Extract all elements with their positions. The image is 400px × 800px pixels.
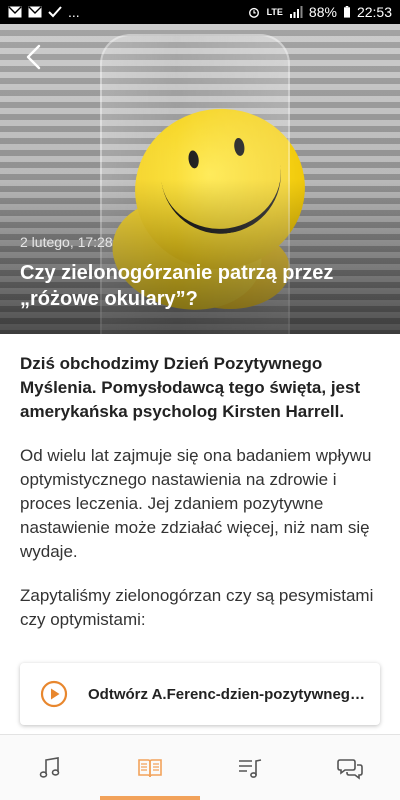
nav-item-music[interactable] <box>0 735 100 800</box>
status-bar: ... LTE 88% 22:53 <box>0 0 400 24</box>
play-icon[interactable] <box>40 680 68 708</box>
playlist-icon <box>239 758 262 778</box>
article-date: 2 lutego, 17:28 <box>20 234 113 250</box>
audio-title: Odtwórz A.Ferenc-dzien-pozytywnego-mysle… <box>88 685 366 703</box>
chat-bubbles-icon <box>337 758 363 780</box>
alarm-icon <box>248 7 259 18</box>
article-lead: Dziś obchodzimy Dzień Pozytywnego Myślen… <box>20 354 361 421</box>
battery-percent: 88% <box>308 4 337 20</box>
article-title: Czy zielonogórzanie patrzą przez „różowe… <box>20 262 334 310</box>
music-note-icon <box>39 756 60 778</box>
status-bar-system: LTE 88% 22:53 <box>247 4 392 20</box>
article-paragraph: Od wielu lat zajmuje się ona badaniem wp… <box>20 446 372 561</box>
article-hero-image: 2 lutego, 17:28 Czy zielonogórzanie patr… <box>0 24 400 334</box>
signal-icon <box>289 6 303 18</box>
nav-item-news[interactable] <box>100 735 200 800</box>
book-open-icon <box>138 758 162 777</box>
network-type: LTE <box>266 7 283 17</box>
clock: 22:53 <box>356 4 392 20</box>
check-icon <box>48 6 62 18</box>
bottom-navigation <box>0 734 400 800</box>
audio-player-card[interactable]: Odtwórz A.Ferenc-dzien-pozytywnego-mysle… <box>20 663 380 725</box>
status-bar-notifications: ... <box>8 4 80 20</box>
nav-item-playlist[interactable] <box>200 735 300 800</box>
article-paragraph: Zapytaliśmy zielonogórzan czy są pesymis… <box>20 586 374 629</box>
back-button[interactable] <box>18 42 48 72</box>
chevron-left-icon <box>26 44 41 70</box>
mail-icon <box>28 6 42 18</box>
battery-icon <box>343 6 350 18</box>
article-body: Dziś obchodzimy Dzień Pozytywnego Myślen… <box>20 352 380 632</box>
more-notifications-indicator: ... <box>68 4 80 20</box>
mail-icon <box>8 6 22 18</box>
nav-item-chat[interactable] <box>300 735 400 800</box>
